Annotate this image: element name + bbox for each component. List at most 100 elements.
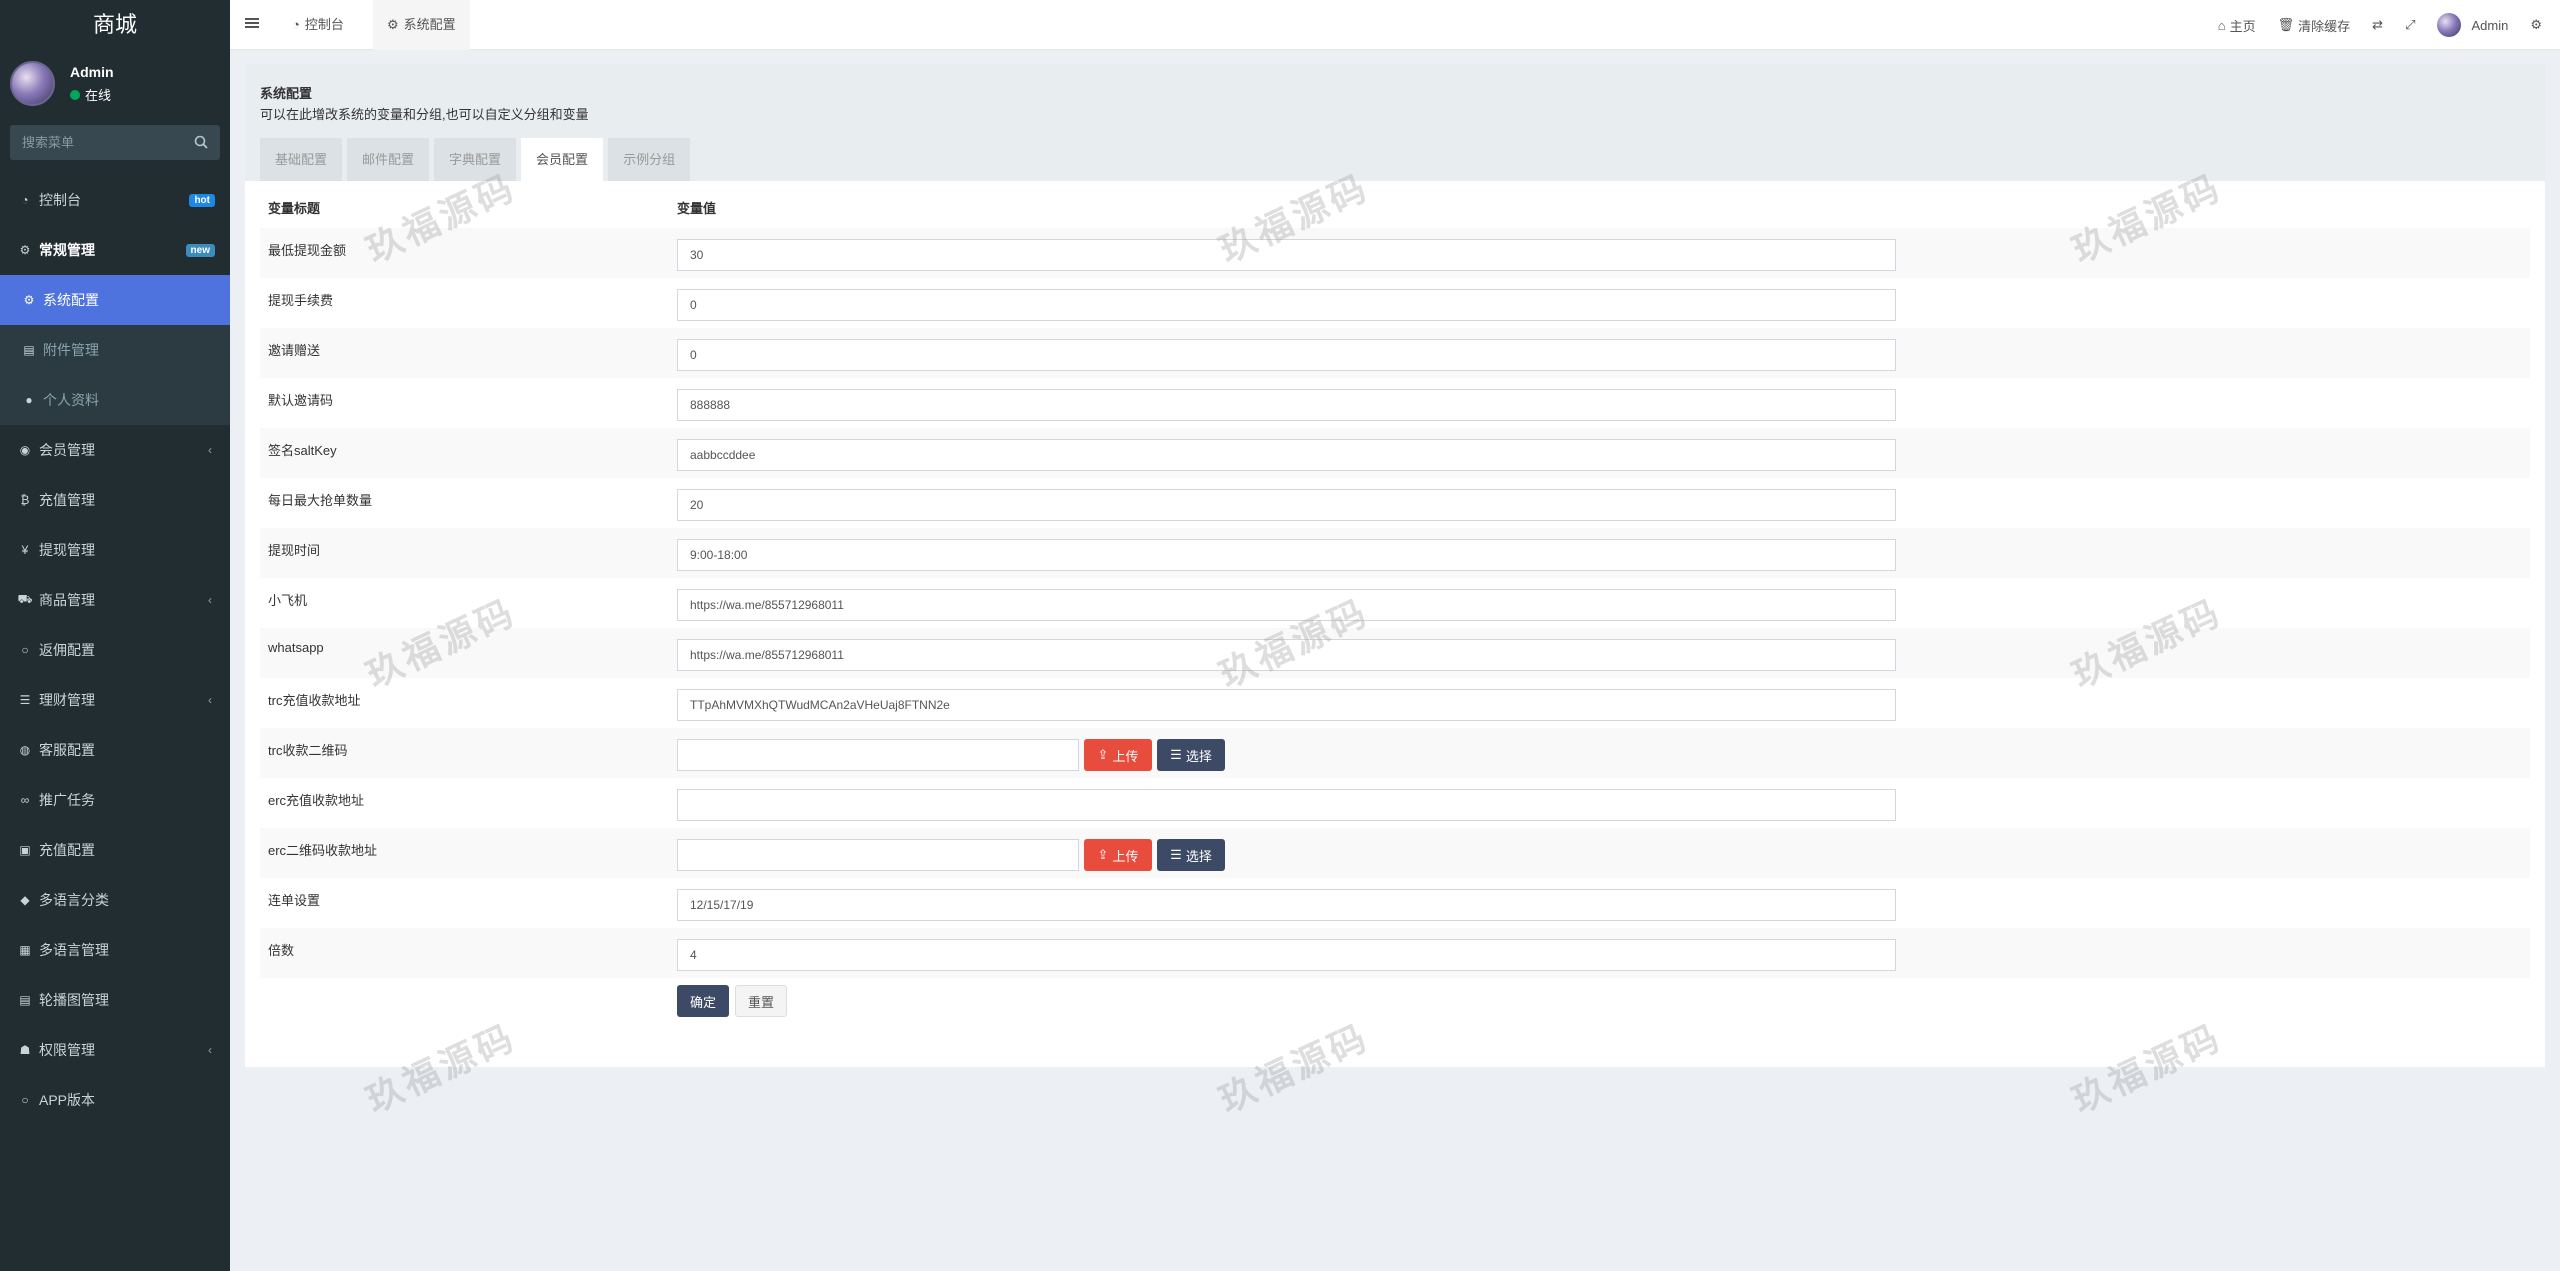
row-label: trc充值收款地址 xyxy=(268,693,361,708)
invite-bonus-input[interactable] xyxy=(677,339,1896,371)
tab-label: 系统配置 xyxy=(403,17,456,32)
tab-label: 控制台 xyxy=(304,17,344,32)
tab-basic-config[interactable]: 基础配置 xyxy=(260,138,343,181)
config-tabs: 基础配置 邮件配置 字典配置 会员配置 示例分组 xyxy=(260,138,695,181)
sidebar-item-promo-tasks[interactable]: ∞ 推广任务 xyxy=(0,775,230,825)
sidebar-item-general[interactable]: ⚙ 常规管理 new xyxy=(0,225,230,275)
salt-key-input[interactable] xyxy=(677,439,1896,471)
sidebar-item-recharge[interactable]: ₿ 充值管理 xyxy=(0,475,230,525)
sidebar-item-permissions[interactable]: ☗ 权限管理 ‹ xyxy=(0,1025,230,1075)
erc-qrcode-input[interactable] xyxy=(677,839,1079,871)
user-menu[interactable]: Admin xyxy=(2426,0,2519,50)
user-menu-name: Admin xyxy=(2471,17,2509,33)
trc-qrcode-input[interactable] xyxy=(677,739,1079,771)
erc-address-input[interactable] xyxy=(677,789,1896,821)
sidebar-item-lang-manage[interactable]: ▦ 多语言管理 xyxy=(0,925,230,975)
sidebar-item-attachments[interactable]: ▤ 附件管理 xyxy=(0,325,230,375)
table-row: 提现时间 xyxy=(260,528,2530,578)
tab-system-config[interactable]: ⚙ 系统配置 xyxy=(373,0,470,50)
select-label: 选择 xyxy=(1185,848,1212,864)
table-row: 签名saltKey xyxy=(260,428,2530,478)
row-label: 小飞机 xyxy=(268,593,308,608)
sidebar-item-system-config[interactable]: ⚙ 系统配置 xyxy=(0,275,230,325)
select-button[interactable]: ☰ 选择 xyxy=(1157,839,1225,871)
withdraw-fee-input[interactable] xyxy=(677,289,1896,321)
telegram-link-input[interactable] xyxy=(677,589,1896,621)
table-row: trc收款二维码 ⇪ 上传 ☰ 选择 xyxy=(260,728,2530,778)
top-navbar: ◔ 控制台 ⚙ 系统配置 ⌂ 主页 🗑 清除缓存 ⇄ ⤢ Admin ⚙ xyxy=(230,0,2560,50)
sidebar-item-withdraw[interactable]: ¥ 提现管理 xyxy=(0,525,230,575)
panel-heading: 系统配置 可以在此增改系统的变量和分组,也可以自定义分组和变量 基础配置 邮件配… xyxy=(245,64,2545,181)
fullscreen-button[interactable]: ⤢ xyxy=(2394,0,2426,50)
select-button[interactable]: ☰ 选择 xyxy=(1157,739,1225,771)
tab-email-config[interactable]: 邮件配置 xyxy=(347,138,430,181)
chevron-left-icon: ‹ xyxy=(208,443,212,457)
general-submenu: ⚙ 系统配置 ▤ 附件管理 ● 个人资料 xyxy=(0,275,230,425)
clear-cache-button[interactable]: 🗑 清除缓存 xyxy=(2267,0,2362,50)
circle-icon: ○ xyxy=(21,1093,29,1107)
sidebar-menu: ◔ 控制台 hot ⚙ 常规管理 new ⚙ 系统配置 ▤ 附件管理 ● 个人资… xyxy=(0,175,230,1125)
row-label: whatsapp xyxy=(268,640,324,655)
trc-address-input[interactable] xyxy=(677,689,1896,721)
sidebar-item-dashboard[interactable]: ◔ 控制台 hot xyxy=(0,175,230,225)
table-row: 连单设置 xyxy=(260,878,2530,928)
tab-example-group[interactable]: 示例分组 xyxy=(608,138,691,181)
app-logo[interactable]: 商城 xyxy=(0,0,230,50)
sidebar-item-recharge-config[interactable]: ▣ 充值配置 xyxy=(0,825,230,875)
sidebar-item-label: 理财管理 xyxy=(39,692,95,708)
tab-dashboard[interactable]: ◔ 控制台 xyxy=(278,0,358,50)
avatar xyxy=(2437,13,2462,37)
table-row: erc二维码收款地址 ⇪ 上传 ☰ 选择 xyxy=(260,828,2530,878)
tab-dictionary-config[interactable]: 字典配置 xyxy=(434,138,517,181)
home-link[interactable]: ⌂ 主页 xyxy=(2207,0,2267,50)
reset-button[interactable]: 重置 xyxy=(735,985,787,1017)
chevron-left-icon: ‹ xyxy=(208,693,212,707)
file-image-icon: ▤ xyxy=(23,343,35,357)
col-value-header: 变量值 xyxy=(677,201,717,216)
sidebar-item-app-version[interactable]: ○ APP版本 xyxy=(0,1075,230,1125)
daily-max-orders-input[interactable] xyxy=(677,489,1896,521)
sidebar-item-label: 返佣配置 xyxy=(39,642,95,658)
sidebar-item-products[interactable]: ⛟ 商品管理 ‹ xyxy=(0,575,230,625)
chain-order-input[interactable] xyxy=(677,889,1896,921)
row-label: 连单设置 xyxy=(268,893,321,908)
sidebar-item-finance[interactable]: ☰ 理财管理 ‹ xyxy=(0,675,230,725)
table-row: 邀请赠送 xyxy=(260,328,2530,378)
sidebar-item-support[interactable]: ◍ 客服配置 xyxy=(0,725,230,775)
user-status: 在线 xyxy=(70,85,111,104)
language-switch-button[interactable]: ⇄ xyxy=(2361,0,2394,50)
min-withdraw-input[interactable] xyxy=(677,239,1896,271)
sidebar-item-lang-category[interactable]: ◆ 多语言分类 xyxy=(0,875,230,925)
col-title-header: 变量标题 xyxy=(268,201,321,216)
table-header: 变量标题 变量值 xyxy=(260,190,2530,228)
sidebar-item-label: 提现管理 xyxy=(39,542,95,558)
tab-member-config[interactable]: 会员配置 xyxy=(521,138,604,181)
table-row: 小飞机 xyxy=(260,578,2530,628)
top-right-actions: ⌂ 主页 🗑 清除缓存 ⇄ ⤢ Admin ⚙ xyxy=(2207,0,2560,50)
form-actions: 确定 重置 xyxy=(260,978,2530,1028)
hamburger-menu-icon[interactable] xyxy=(245,16,259,30)
confirm-button[interactable]: 确定 xyxy=(677,985,729,1017)
sidebar-item-label: 客服配置 xyxy=(39,742,95,758)
language-icon: ⇄ xyxy=(2372,17,2384,32)
sidebar-item-members[interactable]: ◉ 会员管理 ‹ xyxy=(0,425,230,475)
sidebar-item-commission[interactable]: ○ 返佣配置 xyxy=(0,625,230,675)
search-icon[interactable] xyxy=(194,135,208,149)
dashboard-icon: ◔ xyxy=(292,17,300,32)
multiplier-input[interactable] xyxy=(677,939,1896,971)
upload-button[interactable]: ⇪ 上传 xyxy=(1084,739,1152,771)
settings-button[interactable]: ⚙ xyxy=(2519,0,2560,50)
table-row: 提现手续费 xyxy=(260,278,2530,328)
default-invite-code-input[interactable] xyxy=(677,389,1896,421)
upload-button[interactable]: ⇪ 上传 xyxy=(1084,839,1152,871)
sidebar-item-carousel[interactable]: ▤ 轮播图管理 xyxy=(0,975,230,1025)
withdraw-time-input[interactable] xyxy=(677,539,1896,571)
sidebar-item-profile[interactable]: ● 个人资料 xyxy=(0,375,230,425)
whatsapp-link-input[interactable] xyxy=(677,639,1896,671)
sidebar-item-label: 推广任务 xyxy=(39,792,95,808)
table-row: erc充值收款地址 xyxy=(260,778,2530,828)
sidebar-item-label: 商品管理 xyxy=(39,592,95,608)
home-label: 主页 xyxy=(2229,18,2256,34)
row-label: 提现时间 xyxy=(268,543,321,558)
menu-search-input[interactable] xyxy=(10,125,190,160)
